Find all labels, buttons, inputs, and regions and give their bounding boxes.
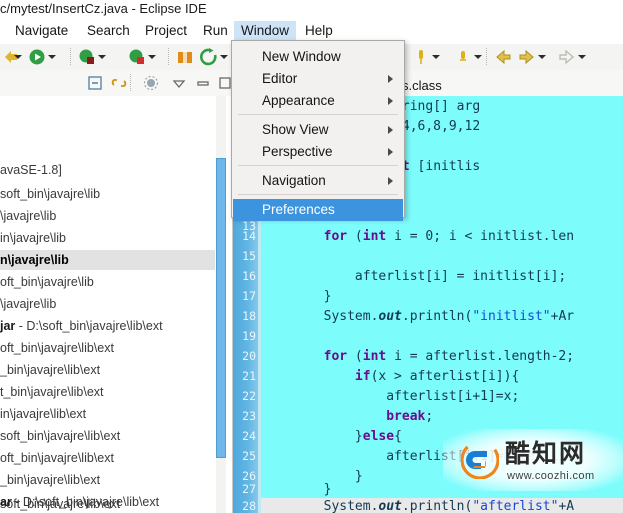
code-line[interactable]: System.out.println("afterlist"+A — [261, 498, 574, 513]
dropdown-caret-4[interactable] — [220, 55, 228, 59]
view-toolbar-separator — [130, 74, 132, 91]
menu-item-perspective[interactable]: Perspective — [233, 141, 403, 163]
code-line[interactable]: for (int i = afterlist.length-2; — [261, 348, 574, 365]
submenu-arrow-icon — [388, 148, 393, 156]
explorer-row[interactable]: \javajre\lib — [0, 294, 215, 314]
code-line[interactable]: afterlist[i] = initlist[i]; — [261, 268, 566, 285]
collapse-all-icon[interactable] — [86, 74, 104, 92]
explorer-row[interactable]: jar - D:\soft_bin\javajre\lib\ext — [0, 316, 215, 336]
dropdown-caret-7[interactable] — [538, 55, 546, 59]
explorer-row[interactable]: _bin\javajre\lib\ext — [0, 470, 215, 490]
menu-item-search[interactable]: Search — [80, 21, 137, 41]
forward-icon[interactable] — [518, 48, 536, 66]
dropdown-caret-0[interactable] — [14, 55, 22, 59]
dropdown-caret-3[interactable] — [148, 55, 156, 59]
debug-icon[interactable] — [78, 48, 96, 66]
menu-item-run[interactable]: Run — [196, 21, 235, 41]
explorer-row[interactable]: in\javajre\lib\ext — [0, 404, 215, 424]
window-title: c/mytest/InsertCz.java - Eclipse IDE — [0, 1, 207, 16]
menu-item-preferences[interactable]: Preferences — [233, 199, 403, 221]
dropdown-caret-8[interactable] — [578, 55, 586, 59]
menu-item-appearance[interactable]: Appearance — [233, 90, 403, 112]
explorer-row[interactable]: \javajre\lib — [0, 206, 215, 226]
code-line[interactable]: } — [261, 481, 332, 498]
code-line[interactable]: break; — [261, 408, 433, 425]
explorer-row[interactable]: soft_bin\javajre\lib — [0, 184, 215, 204]
line-number: 24 — [242, 429, 256, 443]
code-line[interactable]: }else{ — [261, 428, 402, 445]
line-number: 15 — [242, 249, 256, 263]
new-java-package-icon[interactable] — [176, 48, 194, 66]
explorer-row[interactable]: n\javajre\lib — [0, 250, 215, 270]
explorer-row[interactable]: soft_bin\javajre\lib\ext — [0, 426, 215, 446]
line-number: 19 — [242, 329, 256, 343]
menu-item-show-view[interactable]: Show View — [233, 119, 403, 141]
line-number: 28 — [242, 499, 256, 513]
toolbar-separator-1 — [168, 48, 170, 65]
submenu-arrow-icon — [388, 177, 393, 185]
menu-separator-0 — [238, 114, 398, 115]
line-number: 16 — [242, 269, 256, 283]
line-number: 14 — [242, 229, 256, 243]
next-edit-icon[interactable] — [558, 48, 576, 66]
line-number: 21 — [242, 369, 256, 383]
line-number: 20 — [242, 349, 256, 363]
line-number: 17 — [242, 289, 256, 303]
search-icon[interactable] — [412, 48, 430, 66]
submenu-arrow-icon — [388, 97, 393, 105]
view-menu-icon[interactable] — [170, 74, 188, 92]
code-line[interactable]: System.out.println("initlist"+Ar — [261, 308, 575, 325]
explorer-row[interactable]: t_bin\javajre\lib\ext — [0, 382, 215, 402]
run-icon[interactable] — [28, 48, 46, 66]
code-line[interactable]: afterlist[i+1]=x; — [261, 388, 519, 405]
toolbar-separator-0 — [70, 48, 72, 65]
refresh-icon[interactable] — [200, 48, 218, 66]
line-number: 27 — [242, 482, 256, 496]
submenu-arrow-icon — [388, 126, 393, 134]
line-number: 23 — [242, 409, 256, 423]
submenu-arrow-icon — [388, 75, 393, 83]
explorer-row[interactable]: _bin\javajre\lib\ext — [0, 360, 215, 380]
focus-on-active-task-icon[interactable] — [142, 74, 160, 92]
menu-item-help[interactable]: Help — [298, 21, 340, 41]
menu-item-navigate[interactable]: Navigate — [8, 21, 75, 41]
menu-item-editor[interactable]: Editor — [233, 68, 403, 90]
explorer-row[interactable]: ar - D:\soft_bin\javajre\lib\ext — [0, 492, 215, 512]
explorer-row[interactable]: oft_bin\javajre\lib\ext — [0, 448, 215, 468]
code-line[interactable]: for (int i = 0; i < initlist.len — [261, 228, 574, 245]
explorer-row[interactable]: in\javajre\lib — [0, 228, 215, 248]
dropdown-caret-6[interactable] — [474, 55, 482, 59]
minimize-view-icon[interactable] — [194, 74, 212, 92]
dropdown-caret-5[interactable] — [432, 55, 440, 59]
menu-item-navigation[interactable]: Navigation — [233, 170, 403, 192]
explorer-row[interactable]: oft_bin\javajre\lib — [0, 272, 215, 292]
menu-separator-2 — [238, 194, 398, 195]
code-line[interactable]: if(x > afterlist[i]){ — [261, 368, 519, 385]
back-icon[interactable] — [494, 48, 512, 66]
link-with-editor-icon[interactable] — [110, 74, 128, 92]
window-menu-dropdown[interactable]: New Window Editor Appearance Show View Persp… — [231, 40, 405, 221]
toolbar-separator-4 — [486, 48, 488, 65]
menu-item-new-window[interactable]: New Window — [233, 46, 403, 68]
explorer-row[interactable]: avaSE-1.8] — [0, 160, 215, 180]
menu-item-window[interactable]: Window — [234, 21, 297, 41]
title-bar: c/mytest/InsertCz.java - Eclipse IDE — [0, 0, 623, 18]
dropdown-caret-2[interactable] — [98, 55, 106, 59]
explorer-scrollbar-thumb[interactable] — [216, 158, 226, 458]
line-number: 18 — [242, 309, 256, 323]
dropdown-caret-1[interactable] — [48, 55, 56, 59]
code-line[interactable]: } — [261, 288, 332, 305]
menu-item-project[interactable]: Project — [138, 21, 194, 41]
package-explorer-panel[interactable]: soft_bin\javajre\lib\extar - D:\soft_bin… — [0, 96, 233, 513]
coverage-icon[interactable] — [128, 48, 146, 66]
code-line[interactable]: afterlist[i+1]=afterlist — [261, 448, 574, 465]
menu-separator-1 — [238, 165, 398, 166]
annotation-icon[interactable] — [454, 48, 472, 66]
explorer-row[interactable]: oft_bin\javajre\lib\ext — [0, 338, 215, 358]
line-number: 25 — [242, 449, 256, 463]
line-number: 22 — [242, 389, 256, 403]
